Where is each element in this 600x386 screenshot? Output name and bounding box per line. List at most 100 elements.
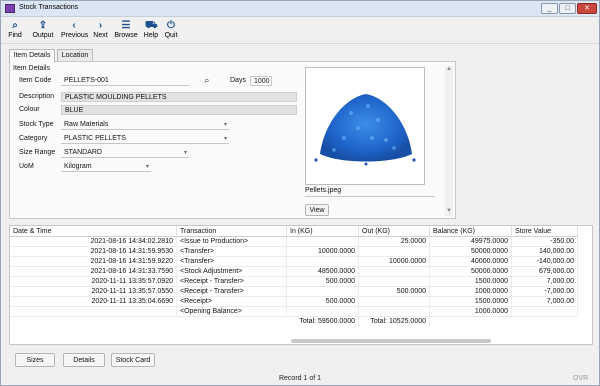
uom-select[interactable]: Kilogram ▾ <box>61 162 151 172</box>
next-button[interactable]: › Next <box>92 20 109 39</box>
sizes-button[interactable]: Sizes <box>15 353 55 367</box>
column-header-out[interactable]: Out (KG) <box>359 226 430 237</box>
column-header-in[interactable]: In (KG) <box>287 226 359 237</box>
help-label: Help <box>143 32 159 39</box>
size-range-label: Size Range <box>19 149 56 156</box>
chevron-down-icon: ▾ <box>223 122 227 128</box>
cell-transaction: <Transfer> <box>177 257 287 267</box>
record-status: Record 1 of 1 <box>278 375 322 382</box>
cell-in <box>287 307 359 317</box>
stock-type-value: Raw Materials <box>64 121 109 128</box>
scroll-down-icon[interactable]: ▼ <box>446 208 452 214</box>
category-select[interactable]: PLASTIC PELLETS ▾ <box>61 134 229 144</box>
cell-in: 500.0000 <box>287 297 359 307</box>
cell-store-value: 679,000.00 <box>512 267 578 277</box>
chevron-down-icon: ▾ <box>183 150 187 156</box>
cell-transaction: <Issue to Production> <box>177 237 287 247</box>
ovr-indicator: OVR <box>573 375 589 382</box>
transactions-grid: Date & Time Transaction In (KG) Out (KG)… <box>9 225 593 345</box>
minimize-button[interactable]: _ <box>541 3 558 14</box>
column-header-balance[interactable]: Balance (KG) <box>430 226 512 237</box>
cell-store-value: -350.00 <box>512 237 578 247</box>
output-button[interactable]: ⇪ Output <box>31 20 55 39</box>
cell-date <box>10 307 177 317</box>
cell-store-value: 140,000.00 <box>512 247 578 257</box>
table-row[interactable]: 2021-08-16 14:31:59.9530 <Transfer> 10000.… <box>10 247 578 257</box>
days-input[interactable]: 1000 <box>250 76 272 86</box>
scroll-up-icon[interactable]: ▲ <box>446 66 452 72</box>
upload-icon: ⇪ <box>38 20 48 31</box>
uom-label: UoM <box>19 163 34 170</box>
cell-transaction: <Receipt - Transfer> <box>177 277 287 287</box>
chevron-left-icon: ‹ <box>72 20 76 31</box>
grid-horizontal-scrollbar[interactable] <box>291 339 491 343</box>
cell-date: 2021-08-16 14:34:02.2810 <box>10 237 177 247</box>
tab-item-details[interactable]: Item Details <box>9 49 55 63</box>
search-icon: ⌕ <box>12 20 18 31</box>
power-icon: ⏻ <box>167 20 175 31</box>
cell-in: 48500.0000 <box>287 267 359 277</box>
cell-balance: 1000.0000 <box>430 307 512 317</box>
column-header-store-value[interactable]: Store Value <box>512 226 578 237</box>
cell-out: 10000.0000 <box>359 257 430 267</box>
cell-store-value: -140,000.00 <box>512 257 578 267</box>
output-label: Output <box>32 32 54 39</box>
cell-date: 2020-11-11 13:35:57.0920 <box>10 277 177 287</box>
group-label: Item Details <box>13 65 50 72</box>
quit-button[interactable]: ⏻ Quit <box>163 20 179 39</box>
browse-button[interactable]: ☰ Browse <box>114 20 138 39</box>
totals-row: Total: 59500.0000 Total: 10525.0000 <box>10 317 578 327</box>
cell-in <box>287 257 359 267</box>
cell-balance: 40000.0000 <box>430 257 512 267</box>
table-row[interactable]: 2020-11-11 13:35:57.0550 <Receipt - Trans… <box>10 287 578 297</box>
cell-out <box>359 297 430 307</box>
table-row[interactable]: 2021-08-16 14:34:02.2810 <Issue to Produc… <box>10 237 578 247</box>
cell-out: 500.0000 <box>359 287 430 297</box>
category-label: Category <box>19 135 48 142</box>
table-row[interactable]: 2021-08-16 14:31:59.9220 <Transfer> 10000.… <box>10 257 578 267</box>
category-value: PLASTIC PELLETS <box>64 135 126 142</box>
column-header-transaction[interactable]: Transaction <box>177 226 287 237</box>
cell-in: 500.0000 <box>287 277 359 287</box>
item-code-input[interactable]: PELLETS-001 <box>61 76 189 86</box>
item-code-label: Item Code <box>19 77 52 84</box>
cell-balance: 1500.0000 <box>430 277 512 287</box>
size-range-select[interactable]: STANDARD ▾ <box>61 148 189 158</box>
cell-transaction: <Stock Adjustment> <box>177 267 287 277</box>
total-out: Total: 10525.0000 <box>359 317 430 327</box>
cell-out <box>359 267 430 277</box>
close-button[interactable]: ✕ <box>577 3 597 14</box>
cell-store-value <box>512 307 578 317</box>
table-row[interactable]: <Opening Balance> 1000.0000 <box>10 307 578 317</box>
cell-out <box>359 277 430 287</box>
view-button[interactable]: View <box>305 204 329 216</box>
table-row[interactable]: 2020-11-11 13:35:04.6690 <Receipt> 500.000… <box>10 297 578 307</box>
stock-type-select[interactable]: Raw Materials ▾ <box>61 120 229 130</box>
table-row[interactable]: 2021-08-16 14:31:33.7590 <Stock Adjustmen… <box>10 267 578 277</box>
find-label: Find <box>8 32 22 39</box>
cell-transaction: <Receipt> <box>177 297 287 307</box>
cell-balance: 50000.0000 <box>430 247 512 257</box>
description-label: Description <box>19 93 55 100</box>
panel-scrollbar[interactable]: ▲ ▼ <box>445 66 453 216</box>
previous-button[interactable]: ‹ Previous <box>61 20 88 39</box>
find-button[interactable]: ⌕ Find <box>7 20 23 39</box>
app-icon <box>5 4 15 13</box>
cell-date: 2021-08-16 14:31:59.9530 <box>10 247 177 257</box>
cell-balance: 1000.0000 <box>430 287 512 297</box>
help-icon: ⛟ <box>145 20 158 31</box>
toolbar: ⌕ Find ⇪ Output ‹ Previous › Next ☰ Brow… <box>1 18 599 44</box>
colour-label: Colour <box>19 106 40 113</box>
next-label: Next <box>93 32 108 39</box>
search-icon: ⌕ <box>204 75 210 85</box>
table-row[interactable]: 2020-11-11 13:35:57.0920 <Receipt - Trans… <box>10 277 578 287</box>
help-button[interactable]: ⛟ Help <box>143 20 159 39</box>
maximize-button[interactable]: □ <box>559 3 576 14</box>
cell-transaction: <Opening Balance> <box>177 307 287 317</box>
description-field: PLASTIC MOULDING PELLETS <box>61 92 297 102</box>
stock-transactions-window: Stock Transactions _ □ ✕ ⌕ Find ⇪ Output… <box>0 0 600 386</box>
stock-card-button[interactable]: Stock Card <box>111 353 155 367</box>
item-search-button[interactable]: ⌕ <box>199 74 215 87</box>
column-header-date[interactable]: Date & Time <box>10 226 177 237</box>
details-button[interactable]: Details <box>63 353 105 367</box>
